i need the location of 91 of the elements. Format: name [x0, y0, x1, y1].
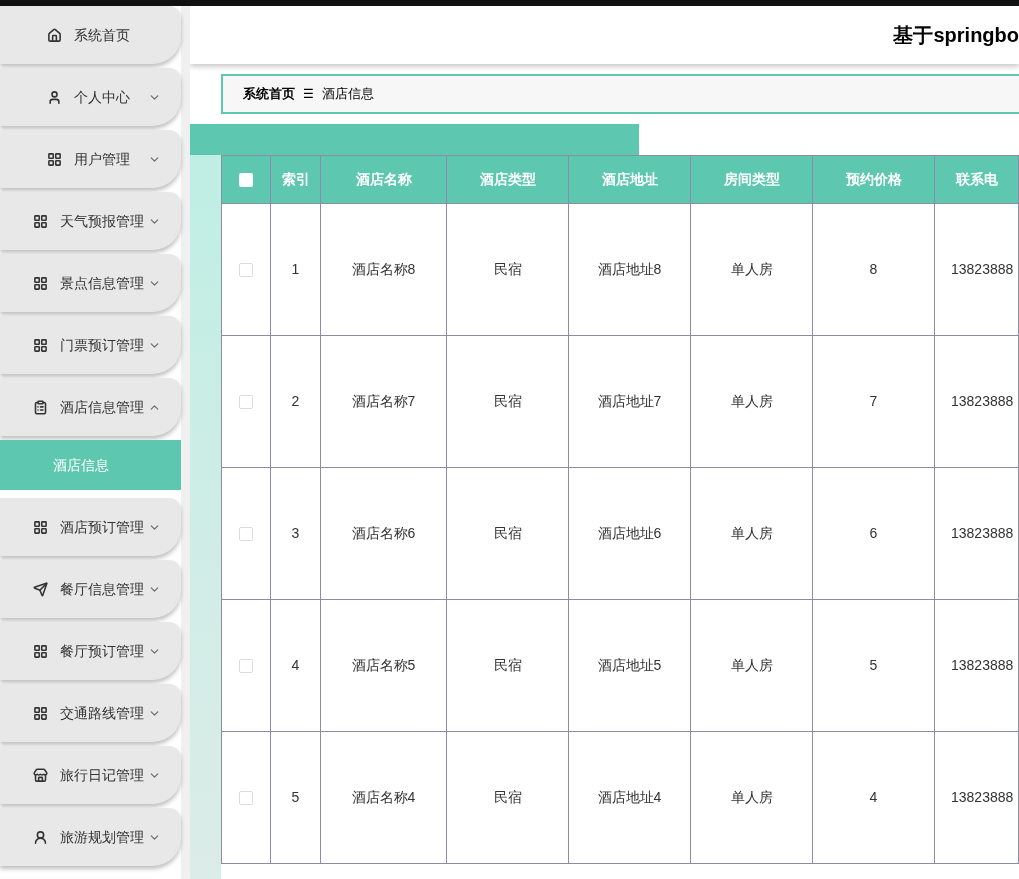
row-checkbox[interactable] — [239, 394, 253, 409]
column-header: 索引 — [270, 155, 321, 204]
paper-plane-icon — [32, 581, 48, 597]
column-header: 酒店地址 — [568, 155, 691, 204]
menu-label: 系统首页 — [73, 25, 130, 45]
clipboard-icon — [32, 399, 48, 415]
grid-icon — [32, 213, 48, 229]
row-checkbox[interactable] — [239, 526, 253, 541]
column-header: 房间类型 — [690, 155, 813, 204]
table-cell: 单人房 — [690, 335, 813, 468]
sidebar-menu-item[interactable]: 旅游规划管理 — [0, 808, 181, 866]
menu-label: 用户管理 — [73, 149, 130, 169]
grid-icon — [32, 519, 48, 535]
home-icon — [46, 27, 62, 43]
table-cell: 3 — [270, 467, 321, 600]
sidebar-menu-item[interactable]: 门票预订管理 — [0, 316, 181, 374]
menu-label: 天气预报管理 — [59, 211, 144, 231]
table-cell: 4 — [812, 731, 935, 864]
table-cell: 酒店名称8 — [320, 203, 447, 336]
menu-label: 门票预订管理 — [59, 335, 144, 355]
grid-icon — [32, 275, 48, 291]
menu-label: 酒店信息管理 — [59, 397, 144, 417]
menu-label: 景点信息管理 — [59, 273, 144, 293]
sidebar-menu-item[interactable]: 个人中心 — [0, 68, 181, 126]
table-cell: 单人房 — [690, 599, 813, 732]
sidebar-menu-item[interactable]: 用户管理 — [0, 130, 181, 188]
menu-label: 酒店预订管理 — [59, 517, 144, 537]
menu-label: 旅行日记管理 — [59, 765, 144, 785]
table-cell: 13823888 — [934, 203, 1019, 336]
sidebar-menu-item[interactable]: 交通路线管理 — [0, 684, 181, 742]
table-cell: 酒店地址8 — [568, 203, 691, 336]
table-cell: 5 — [270, 731, 321, 864]
menu-label: 个人中心 — [73, 87, 130, 107]
store-icon — [32, 767, 48, 783]
grid-icon — [32, 337, 48, 353]
menu-label: 交通路线管理 — [59, 703, 144, 723]
table-cell: 酒店地址6 — [568, 467, 691, 600]
table-cell: 13823888 — [934, 731, 1019, 864]
table-cell: 7 — [812, 335, 935, 468]
header-checkbox[interactable] — [239, 172, 253, 187]
row-checkbox[interactable] — [239, 790, 253, 805]
user-icon — [46, 89, 62, 105]
table-cell: 民宿 — [446, 335, 569, 468]
menu-label: 餐厅信息管理 — [59, 579, 144, 599]
table-cell: 酒店名称7 — [320, 335, 447, 468]
person-icon — [32, 829, 48, 845]
table-cell: 民宿 — [446, 203, 569, 336]
table-cell: 2 — [270, 335, 321, 468]
table-cell: 13823888 — [934, 599, 1019, 732]
menu-label: 餐厅预订管理 — [59, 641, 144, 661]
table-cell: 单人房 — [690, 731, 813, 864]
breadcrumb-separator: ☰ — [303, 86, 314, 103]
table-cell: 酒店名称5 — [320, 599, 447, 732]
table-cell: 民宿 — [446, 599, 569, 732]
table-cell: 民宿 — [446, 467, 569, 600]
sidebar-menu-item[interactable]: 系统首页 — [0, 6, 181, 64]
grid-icon — [46, 151, 62, 167]
table-cell: 5 — [812, 599, 935, 732]
menu-label: 旅游规划管理 — [59, 827, 144, 847]
table-cell: 酒店地址5 — [568, 599, 691, 732]
sidebar-menu-item[interactable]: 天气预报管理 — [0, 192, 181, 250]
system-title: 基于springbo — [893, 23, 1019, 48]
table-cell: 酒店地址7 — [568, 335, 691, 468]
sidebar-menu-item[interactable]: 旅行日记管理 — [0, 746, 181, 804]
sidebar-menu-item[interactable]: 餐厅信息管理 — [0, 560, 181, 618]
sidebar-menu-item[interactable]: 餐厅预订管理 — [0, 622, 181, 680]
row-checkbox[interactable] — [239, 262, 253, 277]
breadcrumb-link[interactable]: 酒店信息 — [322, 84, 374, 104]
table-cell: 酒店名称6 — [320, 467, 447, 600]
table-cell: 1 — [270, 203, 321, 336]
column-header: 酒店类型 — [446, 155, 569, 204]
sidebar-menu-item[interactable]: 酒店信息管理 — [0, 378, 181, 436]
table-cell: 13823888 — [934, 467, 1019, 600]
table-cell: 单人房 — [690, 467, 813, 600]
sidebar-menu-item[interactable]: 景点信息管理 — [0, 254, 181, 312]
table-cell: 民宿 — [446, 731, 569, 864]
column-header: 预约价格 — [812, 155, 935, 204]
breadcrumb-link[interactable]: 系统首页 — [243, 84, 295, 104]
table-cell: 6 — [812, 467, 935, 600]
table-cell: 单人房 — [690, 203, 813, 336]
table-cell: 酒店地址4 — [568, 731, 691, 864]
column-header: 联系电 — [934, 155, 1019, 204]
grid-icon — [32, 705, 48, 721]
grid-icon — [32, 643, 48, 659]
table-cell: 13823888 — [934, 335, 1019, 468]
row-checkbox[interactable] — [239, 658, 253, 673]
sidebar-menu-item[interactable]: 酒店预订管理 — [0, 498, 181, 556]
table-cell: 8 — [812, 203, 935, 336]
table-cell: 4 — [270, 599, 321, 732]
column-header: 酒店名称 — [320, 155, 447, 204]
table-cell: 酒店名称4 — [320, 731, 447, 864]
